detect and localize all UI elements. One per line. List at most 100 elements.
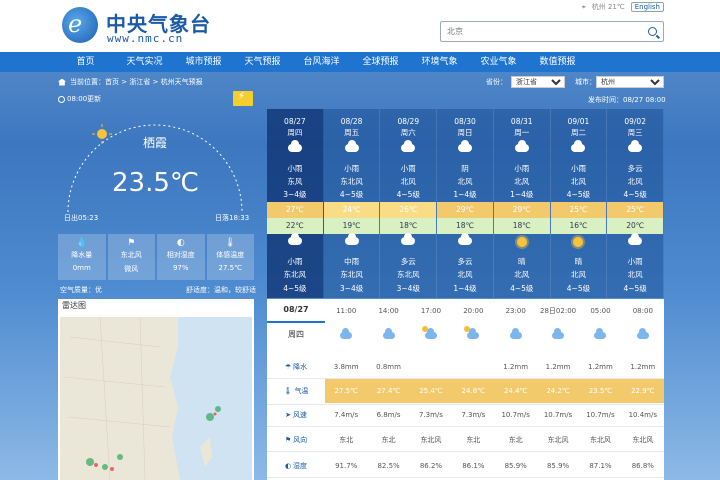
forecast-day[interactable]: 09/02 周三 多云 北风 4~5级 25℃ 20℃ 小雨 北风 4~5级 bbox=[607, 109, 665, 298]
current-metrics: 💧 降水量 0mm ⚑ 东北风 微风 ◐ 相对湿度 97% 🌡 体感温度 27.… bbox=[58, 234, 254, 280]
rain-cloud-icon bbox=[594, 327, 607, 339]
hourly-value: 86.2% bbox=[419, 462, 443, 470]
hourly-value bbox=[452, 357, 494, 377]
row-divider bbox=[267, 477, 664, 478]
hourly-weather-cell bbox=[495, 327, 537, 343]
forecast-day[interactable]: 08/27 周四 小雨 东风 3~4级 27℃ 22℃ 小雨 东北风 4~5级 bbox=[267, 109, 324, 298]
hourly-value: 东北 bbox=[508, 436, 523, 444]
hourly-time: 08:00 bbox=[632, 307, 653, 315]
day-wind: 北风 bbox=[400, 177, 416, 186]
rain-cloud-icon bbox=[552, 327, 565, 339]
nav-typhoon[interactable]: 台风海洋 bbox=[292, 52, 351, 72]
night-wind: 东北风 bbox=[397, 270, 420, 279]
forecast-weekday: 周一 bbox=[514, 128, 530, 137]
night-wind: 东北风 bbox=[283, 270, 307, 279]
logo-icon[interactable]: ℯ bbox=[62, 7, 98, 43]
night-weather-icon bbox=[551, 237, 607, 249]
sun-arc bbox=[67, 124, 243, 213]
forecast-weekday: 周日 bbox=[457, 128, 473, 137]
hourly-value: 24.8℃ bbox=[461, 387, 486, 395]
forecast-date: 08/27 bbox=[284, 117, 306, 126]
partly-cloudy-icon bbox=[628, 140, 643, 152]
search-icon[interactable] bbox=[648, 27, 657, 36]
nav-environment[interactable]: 环境气象 bbox=[410, 52, 469, 72]
high-temp: 29℃ bbox=[437, 202, 493, 218]
city-select[interactable]: 杭州 bbox=[596, 76, 664, 88]
hourly-weather-cell bbox=[410, 325, 452, 343]
night-weather-icon bbox=[324, 233, 380, 249]
hourly-value: 24.2℃ bbox=[546, 387, 570, 395]
night-wind-level: 3~4级 bbox=[396, 284, 420, 293]
forecast-day[interactable]: 08/29 周六 小雨 北风 4~5级 26℃ 18℃ 多云 东北风 3~4级 bbox=[380, 109, 438, 298]
day-wind-level: 3~4级 bbox=[283, 190, 307, 199]
hourly-weather-cell bbox=[537, 327, 579, 343]
day-weather: 小雨 bbox=[514, 164, 530, 173]
forecast-weekday: 周六 bbox=[400, 128, 416, 137]
night-weather-icon bbox=[437, 233, 493, 249]
metric-feels-like: 🌡 体感温度 27.5℃ bbox=[206, 234, 254, 280]
low-temp: 18℃ bbox=[380, 218, 437, 234]
day-wind: 北风 bbox=[457, 177, 473, 186]
clock-icon bbox=[58, 95, 65, 103]
forecast-day[interactable]: 08/31 周一 小雨 北风 1~4级 29℃ 18℃ 晴北风 4~5级 bbox=[493, 109, 551, 298]
night-wind-level: 1~4级 bbox=[453, 284, 477, 293]
forecast-date: 08/29 bbox=[397, 117, 420, 126]
lang-label[interactable]: English bbox=[635, 3, 660, 11]
partly-cloudy-icon bbox=[421, 325, 437, 339]
hourly-time: 17:00 bbox=[420, 307, 442, 315]
night-wind: 北风 bbox=[627, 270, 643, 279]
sunrise-time: 日出05:23 bbox=[64, 214, 99, 222]
nav-home[interactable]: 首页 bbox=[56, 52, 115, 72]
nav-numerical[interactable]: 数值预报 bbox=[528, 52, 587, 72]
hourly-value: 25.4℃ bbox=[419, 387, 443, 395]
hourly-value: 10.7m/s bbox=[586, 411, 615, 419]
night-weather: 多云 bbox=[457, 257, 473, 266]
hourly-row: ➤ 风速 7.4m/s 6.8m/s 7.3m/s 7.3m/s 10.7m/s 10.7m/… bbox=[267, 405, 664, 425]
search-input[interactable] bbox=[447, 22, 637, 41]
night-wind-level: 4~5级 bbox=[283, 284, 307, 293]
hourly-weather-cell bbox=[325, 327, 367, 343]
hourly-forecast: 08/27 周四 11:00 14:00 17:00 20:00 23:00 28日02:… bbox=[267, 299, 664, 480]
sun-icon bbox=[573, 237, 584, 247]
alert-icon[interactable] bbox=[233, 91, 253, 106]
high-temp: 29℃ bbox=[493, 202, 550, 218]
radar-map[interactable] bbox=[60, 317, 252, 480]
rain-cloud-icon bbox=[401, 140, 416, 152]
nav-city-forecast[interactable]: 城市预报 bbox=[174, 52, 233, 72]
search-box bbox=[440, 21, 664, 42]
forecast-day[interactable]: 09/01 周二 小雨 北风 4~5级 25℃ 16℃ 晴北风 4~5级 bbox=[550, 109, 608, 298]
raindrop-icon: 💧 bbox=[76, 238, 88, 248]
nav-observation[interactable]: 天气实况 bbox=[115, 52, 174, 72]
day-weather-icon bbox=[324, 140, 380, 156]
day-weather-icon bbox=[494, 140, 550, 156]
rain-cloud-icon bbox=[382, 327, 395, 339]
metric-precipitation: 💧 降水量 0mm bbox=[58, 234, 106, 280]
rain-cloud-icon bbox=[287, 233, 302, 245]
breadcrumb[interactable]: 当前位置：首页 > 浙江省 > 杭州天气预报 bbox=[70, 77, 203, 87]
province-select[interactable]: 浙江省 bbox=[511, 76, 565, 88]
hourly-value: 86.8% bbox=[631, 462, 654, 470]
day-weather: 小雨 bbox=[570, 164, 586, 173]
metric-wind: ⚑ 东北风 微风 bbox=[107, 234, 155, 280]
day-weather: 小雨 bbox=[287, 164, 303, 173]
forecast-day[interactable]: 08/30 周日阴北风 1~4级 29℃ 18℃ 多云 北风 1~4级 bbox=[437, 109, 494, 298]
nav-global[interactable]: 全球预报 bbox=[351, 52, 410, 72]
day-wind-level: 4~5级 bbox=[623, 190, 647, 199]
nav-agriculture[interactable]: 农业气象 bbox=[469, 52, 528, 72]
night-wind: 东北风 bbox=[340, 270, 363, 279]
forecast-day[interactable]: 08/28 周五 小雨 东北风 4~5级 24℃ 19℃ 中雨 东北风 3~4级 bbox=[323, 109, 381, 298]
hourly-value: 东北 bbox=[339, 436, 354, 444]
hourly-time: 23:00 bbox=[505, 307, 526, 315]
nav-weather-forecast[interactable]: 天气预报 bbox=[233, 52, 292, 72]
partly-cloudy-icon bbox=[458, 233, 473, 245]
location-bar: 当前位置：首页 > 浙江省 > 杭州天气预报 省份： 浙江省 城市： 杭州 bbox=[58, 74, 664, 90]
air-quality: 空气质量：优 bbox=[60, 286, 102, 294]
hourly-value: 7.3m/s bbox=[461, 411, 486, 419]
home-icon bbox=[58, 78, 66, 86]
hourly-times-row: 11:00 14:00 17:00 20:00 23:00 28日02:00 05:00 08… bbox=[267, 303, 664, 319]
day-wind-level: 1~4级 bbox=[453, 190, 477, 199]
english-link[interactable]: English bbox=[630, 2, 664, 12]
humidity-icon: ◐ bbox=[176, 238, 185, 248]
radar-panel[interactable]: 雷达图 bbox=[58, 299, 254, 480]
hourly-row-label: 🌡 气温 bbox=[267, 379, 325, 403]
